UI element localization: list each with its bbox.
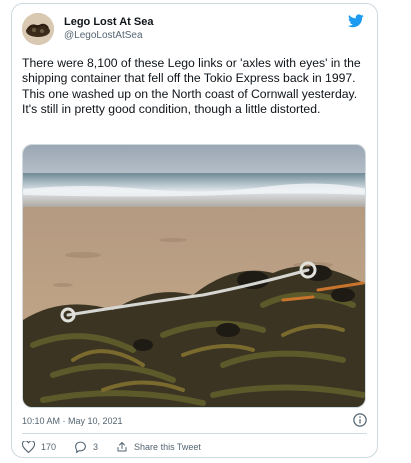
info-icon[interactable] (353, 413, 367, 427)
reply-icon (75, 441, 86, 453)
like-count: 170 (41, 442, 57, 452)
tweet-card[interactable]: Lego Lost At Sea @LegoLostAtSea There we… (11, 3, 378, 458)
beach-photo-image (23, 145, 365, 407)
author-name[interactable]: Lego Lost At Sea (64, 16, 153, 28)
like-button[interactable]: 170 (22, 441, 56, 453)
avatar[interactable] (22, 13, 54, 45)
tweet-text: There were 8,100 of these Lego links or … (22, 56, 361, 117)
share-icon (117, 442, 127, 452)
avatar-image (22, 13, 54, 45)
tweet-timestamp[interactable]: 10:10 AM · May 10, 2021 (22, 416, 123, 426)
reply-button[interactable]: 3 (74, 441, 98, 453)
share-label: Share this Tweet (134, 442, 201, 452)
heart-icon (22, 441, 35, 453)
twitter-bird-icon[interactable] (348, 14, 364, 28)
divider (22, 433, 367, 434)
tweet-photo[interactable] (22, 144, 366, 408)
author-handle[interactable]: @LegoLostAtSea (64, 30, 143, 41)
reply-count: 3 (93, 442, 99, 452)
share-button[interactable]: Share this Tweet (116, 441, 201, 453)
action-bar: 170 3 Share this Tweet (22, 439, 219, 455)
